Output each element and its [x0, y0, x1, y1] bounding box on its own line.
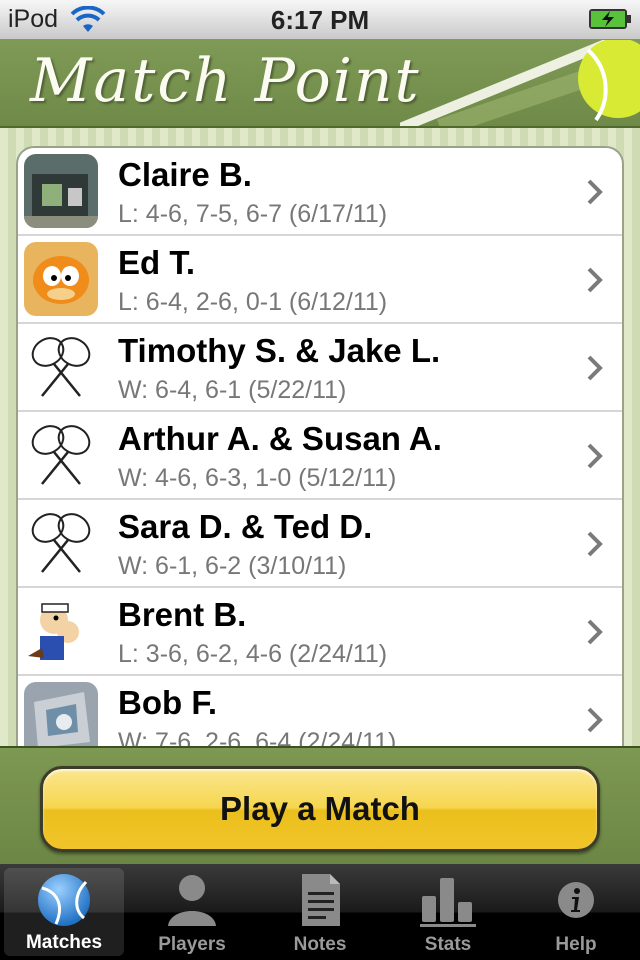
info-icon	[558, 882, 594, 918]
match-row[interactable]: Timothy S. & Jake L. W: 6-4, 6-1 (5/22/1…	[18, 324, 622, 412]
battery-charging-icon	[589, 9, 631, 29]
player-photo	[24, 154, 98, 228]
match-row[interactable]: Claire B. L: 4-6, 7-5, 6-7 (6/17/11)	[18, 148, 622, 236]
chevron-right-icon	[587, 355, 603, 381]
match-score: W: 6-4, 6-1 (5/22/11)	[118, 376, 347, 404]
tab-label: Notes	[293, 934, 347, 955]
rackets-icon	[24, 330, 98, 404]
app-title: Match Point	[30, 46, 421, 116]
match-name: Timothy S. & Jake L.	[118, 332, 441, 369]
match-list[interactable]: Claire B. L: 4-6, 7-5, 6-7 (6/17/11) Ed …	[16, 146, 624, 746]
match-score: L: 6-4, 2-6, 0-1 (6/12/11)	[118, 288, 388, 316]
match-name: Bob F.	[118, 684, 217, 721]
match-score: L: 3-6, 6-2, 4-6 (2/24/11)	[118, 640, 388, 668]
tab-help[interactable]: Help	[512, 864, 640, 960]
tab-players[interactable]: Players	[128, 864, 256, 960]
player-photo	[24, 682, 98, 746]
match-name: Arthur A. & Susan A.	[118, 420, 442, 457]
chevron-right-icon	[587, 179, 603, 205]
tennis-ball-icon	[38, 874, 90, 926]
tab-notes[interactable]: Notes	[256, 864, 384, 960]
content-area: Claire B. L: 4-6, 7-5, 6-7 (6/17/11) Ed …	[0, 128, 640, 746]
rackets-icon	[24, 418, 98, 492]
tennis-court-decoration	[400, 40, 640, 126]
match-name: Claire B.	[118, 156, 252, 193]
chevron-right-icon	[587, 267, 603, 293]
play-area: Play a Match	[0, 746, 640, 864]
chevron-right-icon	[587, 619, 603, 645]
tab-stats[interactable]: Stats	[384, 864, 512, 960]
clock: 6:17 PM	[270, 5, 370, 35]
play-match-button[interactable]: Play a Match	[40, 766, 600, 852]
match-score: W: 7-6, 2-6, 6-4 (2/24/11)	[118, 728, 397, 746]
match-row[interactable]: Bob F. W: 7-6, 2-6, 6-4 (2/24/11)	[18, 676, 622, 746]
app-header: Match Point	[0, 40, 640, 128]
tab-label: Help	[555, 934, 597, 955]
match-score: L: 4-6, 7-5, 6-7 (6/17/11)	[118, 200, 388, 228]
match-row[interactable]: Ed T. L: 6-4, 2-6, 0-1 (6/12/11)	[18, 236, 622, 324]
tab-label: Stats	[424, 934, 472, 955]
tab-bar: Matches Players Notes Stats Help	[0, 864, 640, 960]
tab-matches[interactable]: Matches	[4, 868, 124, 956]
chevron-right-icon	[587, 443, 603, 469]
person-icon	[168, 875, 216, 926]
status-bar: iPod 6:17 PM	[0, 0, 640, 40]
rackets-icon	[24, 506, 98, 580]
match-score: W: 4-6, 6-3, 1-0 (5/12/11)	[118, 464, 397, 492]
match-row[interactable]: Sara D. & Ted D. W: 6-1, 6-2 (3/10/11)	[18, 500, 622, 588]
player-photo	[24, 242, 98, 316]
tab-label: Players	[158, 934, 226, 955]
match-row[interactable]: Arthur A. & Susan A. W: 4-6, 6-3, 1-0 (5…	[18, 412, 622, 500]
match-score: W: 6-1, 6-2 (3/10/11)	[118, 552, 347, 580]
chevron-right-icon	[587, 531, 603, 557]
match-name: Ed T.	[118, 244, 196, 281]
chevron-right-icon	[587, 707, 603, 733]
match-name: Brent B.	[118, 596, 247, 633]
match-name: Sara D. & Ted D.	[118, 508, 373, 545]
bar-chart-icon	[420, 878, 476, 927]
match-row[interactable]: Brent B. L: 3-6, 6-2, 4-6 (2/24/11)	[18, 588, 622, 676]
document-icon	[302, 874, 340, 926]
tab-label: Matches	[25, 932, 103, 953]
player-photo	[24, 594, 98, 668]
